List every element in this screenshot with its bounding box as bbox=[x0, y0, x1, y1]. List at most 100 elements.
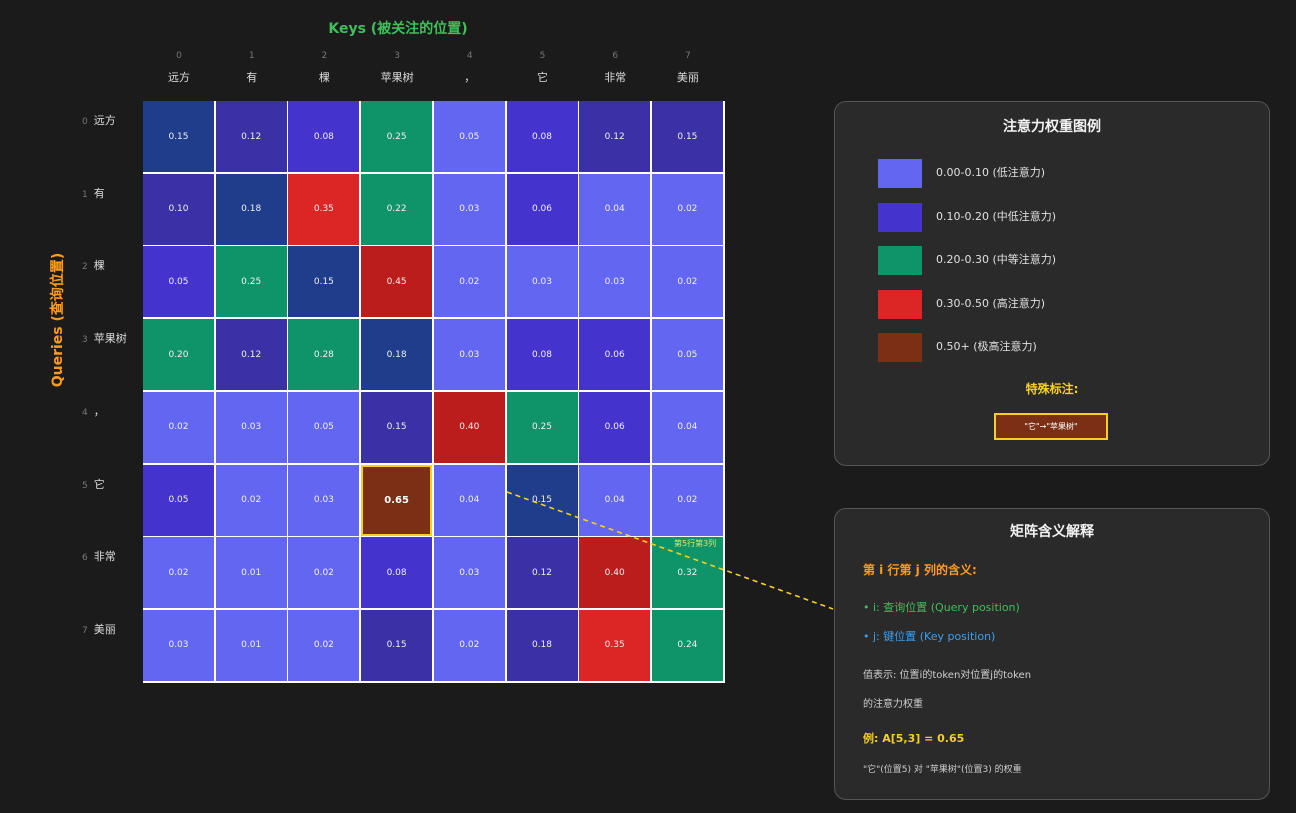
row-index: 6 bbox=[82, 553, 88, 564]
matrix-cell: 0.35 bbox=[288, 173, 360, 245]
row-token: 棵 bbox=[93, 259, 105, 273]
matrix-cell: 0.03 bbox=[433, 319, 505, 391]
column-header: 6 非常 bbox=[579, 51, 651, 85]
matrix-cell: 0.04 bbox=[579, 464, 651, 536]
matrix-cell: 0.06 bbox=[579, 319, 651, 391]
row-header: 0 远方 bbox=[82, 113, 116, 129]
matrix-cell: 0.45 bbox=[361, 246, 433, 318]
matrix-cell: 0.02 bbox=[288, 609, 360, 681]
matrix-cell: 0.04 bbox=[579, 173, 651, 245]
row-index: 3 bbox=[82, 335, 88, 346]
matrix-cell: 0.12 bbox=[506, 537, 578, 609]
column-header: 2棵 bbox=[288, 51, 360, 85]
row-token: 远方 bbox=[93, 114, 116, 127]
matrix-cell: 0.18 bbox=[361, 319, 433, 391]
explanation-title: 矩阵含义解释 bbox=[1010, 524, 1094, 540]
matrix-cell: 0.02 bbox=[143, 391, 214, 463]
explanation-example-desc: "它"(位置5) 对 "苹果树"(位置3) 的权重 bbox=[863, 765, 1022, 775]
explanation-bullet-j: • j: 键位置 (Key position) bbox=[863, 630, 996, 643]
matrix-cell: 0.15 bbox=[651, 101, 723, 172]
matrix-cell: 0.18 bbox=[215, 173, 287, 245]
matrix-cell: 0.25 bbox=[361, 101, 433, 172]
row-token: 非常 bbox=[93, 550, 116, 564]
legend-swatch-very-high bbox=[878, 333, 922, 362]
column-header: 4， bbox=[434, 51, 506, 85]
matrix-cell: 0.05 bbox=[143, 464, 214, 536]
row-index: 5 bbox=[82, 480, 88, 491]
matrix-cell: 0.15 bbox=[143, 101, 214, 172]
matrix-cell: 0.05 bbox=[143, 246, 214, 318]
legend-label-high: 0.30-0.50 (高注意力) bbox=[936, 297, 1046, 310]
matrix-cell: 0.02 bbox=[215, 464, 287, 536]
matrix-cell: 0.08 bbox=[506, 319, 578, 391]
column-token: 棵 bbox=[318, 71, 330, 84]
matrix-cell: 0.04 bbox=[651, 391, 723, 463]
column-header: 1有 bbox=[216, 51, 288, 85]
row-token: 它 bbox=[93, 477, 105, 491]
column-token: 有 bbox=[246, 71, 258, 84]
legend-swatch-mid-low bbox=[878, 203, 922, 232]
special-mark-title: 特殊标注: bbox=[1025, 382, 1079, 396]
row-token: 苹果树 bbox=[93, 332, 127, 346]
legend-label-low: 0.00-0.10 (低注意力) bbox=[936, 166, 1046, 179]
matrix-cell: 0.40 bbox=[433, 391, 505, 463]
explanation-example: 例: A[5,3] = 0.65 bbox=[863, 732, 965, 745]
keys-axis-title: Keys (被关注的位置) bbox=[328, 21, 468, 37]
row-index: 7 bbox=[82, 625, 88, 636]
matrix-cell: 0.03 bbox=[579, 246, 651, 318]
legend-label-very-high: 0.50+ (极高注意力) bbox=[936, 340, 1037, 353]
column-index: 3 bbox=[394, 51, 400, 61]
matrix-cell: 0.03 bbox=[433, 173, 505, 245]
row-index: 4 bbox=[82, 407, 88, 418]
row-header: 4， bbox=[82, 404, 105, 420]
column-index: 4 bbox=[466, 51, 473, 61]
matrix-cell: 0.03 bbox=[143, 609, 214, 681]
matrix-cell: 0.02 bbox=[433, 609, 505, 681]
matrix-cell: 0.18 bbox=[506, 609, 578, 681]
legend-title: 注意力权重图例 bbox=[1003, 119, 1101, 135]
column-index: 1 bbox=[248, 51, 255, 61]
matrix-cell: 0.06 bbox=[506, 173, 578, 245]
special-mark-box: "它"→"苹果树" bbox=[994, 413, 1108, 440]
column-token: 它 bbox=[537, 71, 548, 84]
column-token: 苹果树 bbox=[380, 71, 414, 84]
matrix-cell: 0.12 bbox=[215, 101, 287, 172]
matrix-cell: 0.01 bbox=[215, 537, 287, 609]
matrix-cell: 0.05 bbox=[288, 391, 360, 463]
row-index: 2 bbox=[82, 262, 88, 273]
matrix-cell: 0.03 bbox=[506, 246, 578, 318]
matrix-cell: 0.05 bbox=[433, 101, 505, 172]
matrix-cell: 0.15 bbox=[288, 246, 360, 318]
legend-swatch-mid bbox=[878, 246, 922, 275]
row-index: 1 bbox=[82, 189, 88, 200]
row-header: 5它 bbox=[82, 477, 105, 493]
queries-axis-title: Queries (查询位置) bbox=[50, 252, 66, 388]
column-header: 5它 bbox=[507, 51, 579, 85]
matrix-cell: 0.08 bbox=[288, 101, 360, 172]
explanation-panel: 矩阵含义解释 第 i 行第 j 列的含义: • i: 查询位置 (Query p… bbox=[834, 508, 1270, 800]
row-header: 6 非常 bbox=[82, 549, 116, 565]
matrix-cell: 0.65 bbox=[361, 464, 433, 536]
matrix-cell: 0.03 bbox=[433, 537, 505, 609]
matrix-cell: 0.05 bbox=[651, 319, 723, 391]
column-header: 7 美丽 bbox=[652, 51, 724, 85]
column-index: 5 bbox=[539, 51, 546, 61]
matrix-cell: 0.02 bbox=[651, 464, 723, 536]
matrix-cell: 0.15 bbox=[361, 391, 433, 463]
matrix-cell: 0.35 bbox=[579, 609, 651, 681]
matrix-cell: 0.25 bbox=[506, 391, 578, 463]
row-token: 有 bbox=[93, 186, 105, 200]
column-index: 0 bbox=[176, 51, 182, 61]
matrix-cell: 0.02 bbox=[651, 246, 723, 318]
legend-label-mid: 0.20-0.30 (中等注意力) bbox=[936, 253, 1057, 266]
column-token: 远方 bbox=[168, 71, 190, 84]
column-token: 非常 bbox=[604, 71, 627, 84]
explanation-heading: 第 i 行第 j 列的含义: bbox=[863, 563, 977, 577]
highlight-annotation-label: 第5行第3列 bbox=[674, 539, 717, 548]
row-header: 3 苹果树 bbox=[82, 331, 127, 347]
matrix-cell: 0.12 bbox=[579, 101, 651, 172]
matrix-cell: 0.08 bbox=[506, 101, 578, 172]
matrix-cell: 0.04 bbox=[433, 464, 505, 536]
matrix-cell: 0.28 bbox=[288, 319, 360, 391]
legend-panel: 注意力权重图例 0.00-0.10 (低注意力) 0.10-0.20 (中低注意… bbox=[834, 101, 1270, 466]
